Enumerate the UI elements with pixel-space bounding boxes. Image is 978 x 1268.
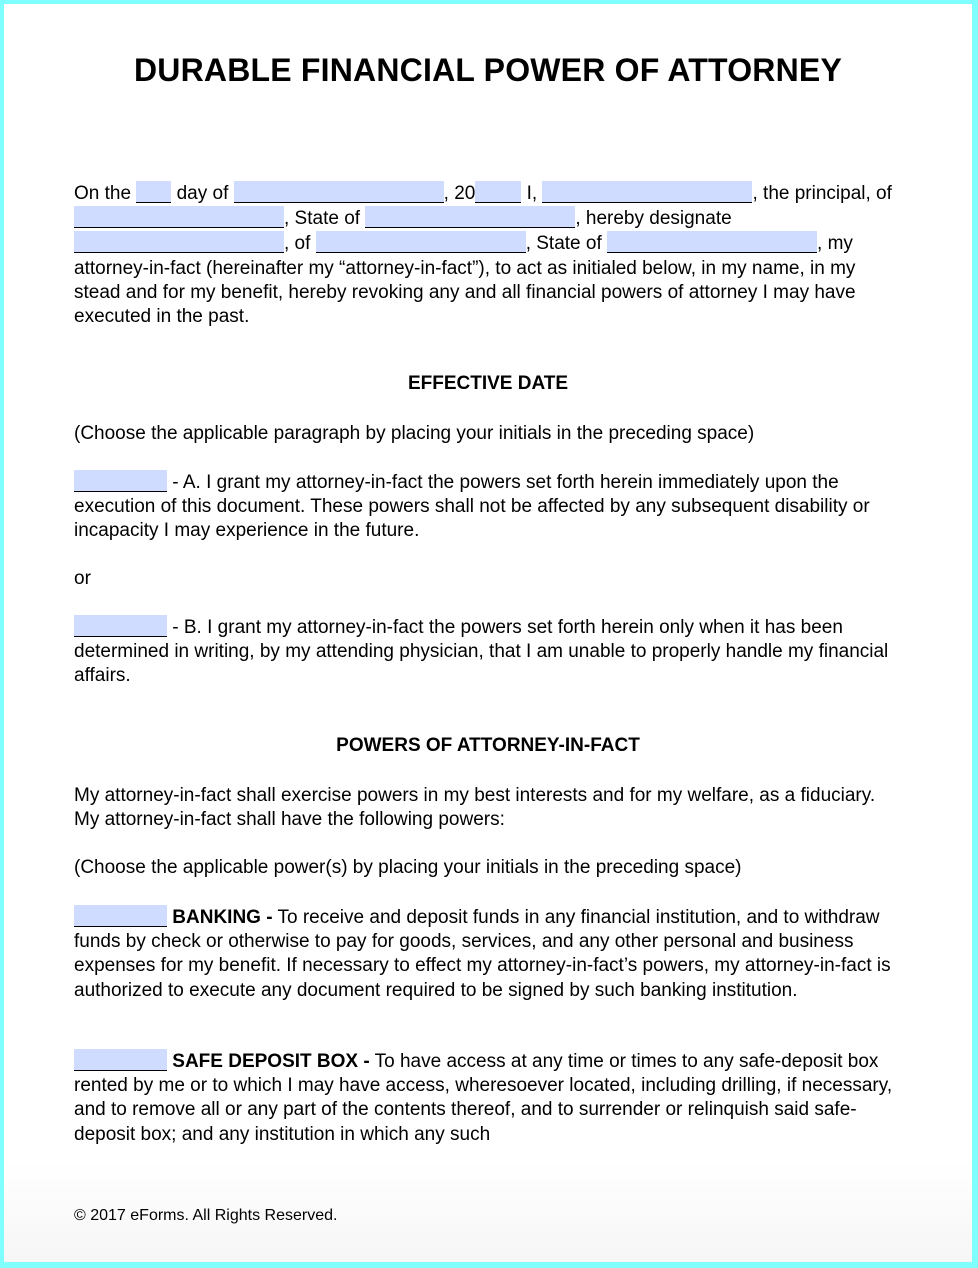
principal-state-field[interactable] [365,206,576,229]
powers-heading: POWERS OF ATTORNEY-IN-FACT [336,735,640,756]
month-field[interactable] [233,181,444,203]
or-text: or [74,568,91,589]
option-a-paragraph: - A. I grant my attorney-in-fact the pow… [74,470,870,542]
banking-initials-field[interactable] [74,905,167,927]
intro-paragraph: On the day of , 20 I, , the principal, o… [74,181,892,328]
effective-date-instruction: (Choose the applicable paragraph by plac… [74,423,755,444]
day-field[interactable] [136,181,172,203]
banking-label: BANKING - [172,907,273,928]
powers-instruction: (Choose the applicable power(s) by placi… [74,857,742,878]
agent-name-field[interactable] [74,231,284,254]
document-title: DURABLE FINANCIAL POWER OF ATTORNEY [133,52,843,88]
principal-name-field[interactable] [542,181,753,203]
year-field[interactable] [475,181,522,203]
option-b-initials-field[interactable] [74,615,167,637]
safe-deposit-initials-field[interactable] [74,1049,167,1071]
powers-intro: My attorney-in-fact shall exercise power… [74,785,876,831]
option-a-initials-field[interactable] [74,470,167,492]
agent-state-field[interactable] [607,231,818,254]
document-page: DURABLE FINANCIAL POWER OF ATTORNEY On t… [4,4,972,1262]
banking-paragraph: BANKING - To receive and deposit funds i… [74,905,891,1001]
safe-deposit-label: SAFE DEPOSIT BOX - [172,1051,370,1072]
principal-city-field[interactable] [74,206,284,229]
option-b-paragraph: - B. I grant my attorney-in-fact the pow… [74,615,889,687]
agent-city-field[interactable] [315,231,526,254]
effective-date-heading: EFFECTIVE DATE [407,373,569,394]
copyright-footer: © 2017 eForms. All Rights Reserved. [74,1207,338,1224]
safe-deposit-paragraph: SAFE DEPOSIT BOX - To have access at any… [74,1049,893,1145]
